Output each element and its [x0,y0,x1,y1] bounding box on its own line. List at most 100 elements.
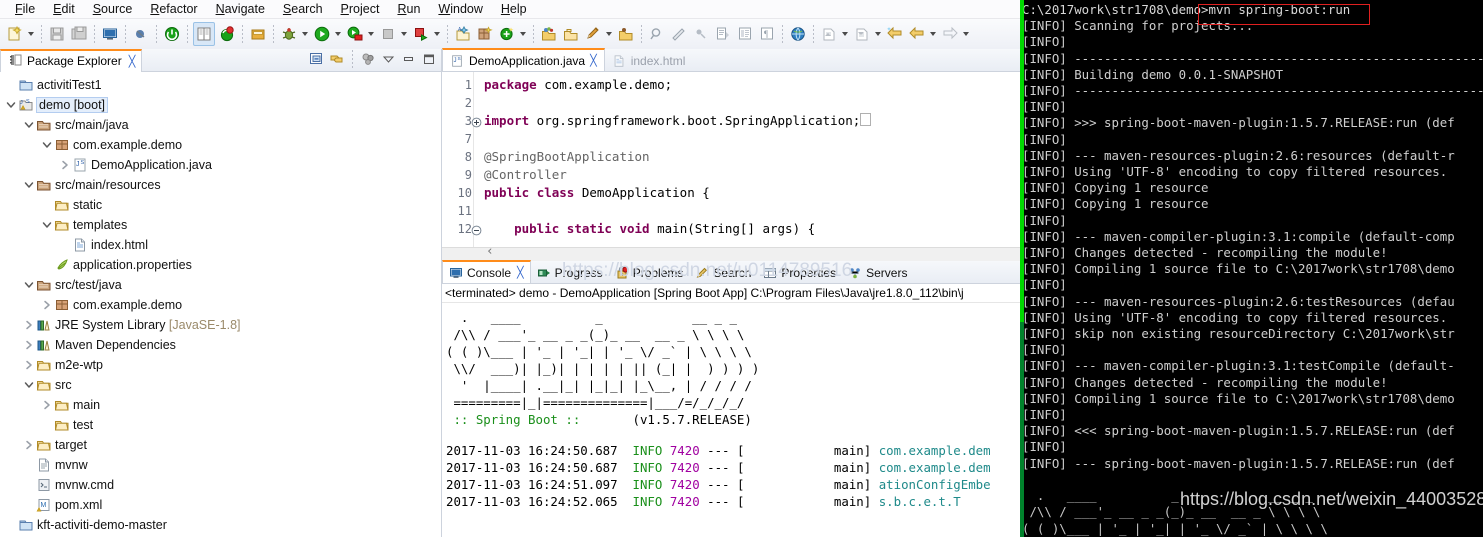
tree-row[interactable]: application.properties [0,255,441,275]
console-tab[interactable]: Progress [531,262,609,283]
tree-row[interactable]: test [0,415,441,435]
save-all-icon[interactable] [69,23,89,45]
toolbar-dropdown-arrow[interactable] [366,24,375,44]
toolbar-dropdown-arrow[interactable] [961,24,970,44]
menu-item-help[interactable]: Help [492,0,536,18]
tree-row[interactable]: com.example.demo [0,295,441,315]
tree-twisty-closed[interactable] [58,155,71,175]
tree-twisty-closed[interactable] [22,435,35,455]
toolbar-dropdown-arrow[interactable] [928,24,937,44]
toolbar-dropdown-arrow[interactable] [518,24,527,44]
tree-twisty-closed[interactable] [22,315,35,335]
forward-icon[interactable] [940,23,960,45]
view-filter-icon[interactable] [360,50,377,68]
command-prompt-window[interactable]: C:\2017work\str1708\demo>mvn spring-boot… [1020,0,1483,537]
edit-pencil-icon[interactable] [583,23,603,45]
toolbar-dropdown-arrow[interactable] [26,24,35,44]
code-area[interactable]: package com.example.demo; import org.spr… [474,72,1020,261]
tree-row[interactable]: target [0,435,441,455]
menu-item-refactor[interactable]: Refactor [141,0,206,18]
tree-twisty-closed[interactable] [22,335,35,355]
tree-twisty-open[interactable] [4,95,17,115]
tree-row[interactable]: kft-activiti-demo-master [0,515,441,535]
toolbar-dropdown-arrow[interactable] [432,24,441,44]
tree-row[interactable]: com.example.demo [0,135,441,155]
editor-tab[interactable]: J S DemoApplication.java ╳ [442,48,605,71]
tree-twisty-open[interactable] [40,135,53,155]
tree-row[interactable]: static [0,195,441,215]
run-server-icon[interactable] [345,23,365,45]
menu-item-file[interactable]: File [6,0,44,18]
menu-item-run[interactable]: Run [388,0,429,18]
tree-row[interactable]: JRE System Library [JavaSE-1.8] [0,315,441,335]
console-tab[interactable]: Properties [757,262,842,283]
debug-icon[interactable] [279,23,299,45]
minimize-icon[interactable] [400,50,417,68]
toggle-breakpoint-icon[interactable] [131,23,151,45]
console-tab[interactable]: Console ╳ [442,260,531,283]
toolbar-dropdown-arrow[interactable] [333,24,342,44]
tree-twisty-open[interactable] [22,175,35,195]
run-external-icon[interactable] [411,23,431,45]
next-annotation-icon[interactable] [852,23,872,45]
paragraph-icon[interactable]: ¶ [757,23,777,45]
tree-twisty-open[interactable] [22,275,35,295]
editor-tab[interactable]: index.html [605,50,693,71]
tree-row[interactable]: src [0,375,441,395]
tab-package-explorer[interactable]: Package Explorer ╳ [0,48,143,72]
maximize-icon[interactable] [420,50,437,68]
tree-row[interactable]: main [0,395,441,415]
tree-row[interactable]: m2e-wtp [0,355,441,375]
tree-row[interactable]: src/test/java [0,275,441,295]
tree-row[interactable]: mvnw [0,455,441,475]
project-tree[interactable]: activitiTest1 J Sdemo [boot] src/main/java c… [0,72,441,537]
console-tab[interactable]: Servers [842,262,913,283]
link-with-editor-icon[interactable] [328,50,345,68]
close-icon[interactable]: ╳ [590,54,597,67]
tree-twisty-open[interactable] [22,375,35,395]
console-tab[interactable]: Problems [609,262,690,283]
open-resource-icon[interactable] [616,23,636,45]
tree-row[interactable]: src/main/resources [0,175,441,195]
tree-row[interactable]: templates [0,215,441,235]
tree-row[interactable]: index.html [0,235,441,255]
toolbar-dropdown-arrow[interactable] [300,24,309,44]
annotation-icon[interactable] [691,23,711,45]
toolbar-dropdown-arrow[interactable] [873,24,882,44]
toolbar-dropdown-arrow[interactable] [604,24,613,44]
tree-twisty-closed[interactable] [22,355,35,375]
tree-twisty-open[interactable] [22,115,35,135]
menu-item-navigate[interactable]: Navigate [207,0,274,18]
console-tab[interactable]: Search [689,262,757,283]
web-browser-icon[interactable] [788,23,808,45]
open-type-icon[interactable] [539,23,559,45]
refresh-red-icon[interactable] [217,23,237,45]
previous-annotation-icon[interactable] [819,23,839,45]
tree-row[interactable]: J Sdemo [boot] [0,95,441,115]
menu-item-source[interactable]: Source [84,0,142,18]
console-view-icon[interactable] [100,23,120,45]
ruler-icon[interactable] [669,23,689,45]
terminal-scrollbar[interactable] [1020,0,1024,537]
menu-item-window[interactable]: Window [429,0,491,18]
new-java-project-icon[interactable]: A [453,23,473,45]
close-icon[interactable]: ╳ [517,266,524,279]
tree-row[interactable]: activitiTest1 [0,75,441,95]
new-class-icon[interactable] [497,23,517,45]
back-icon[interactable] [907,23,927,45]
fold-expanded-icon[interactable] [471,223,482,236]
toolbar-dropdown-arrow[interactable] [840,24,849,44]
save-icon[interactable] [47,23,67,45]
menu-item-edit[interactable]: Edit [44,0,84,18]
back-history-icon[interactable] [885,23,905,45]
next-edit-icon[interactable] [713,23,733,45]
editor-horizontal-scrollbar[interactable] [442,244,1020,261]
run-icon[interactable] [312,23,332,45]
open-book-icon[interactable] [193,22,215,46]
open-folder-icon[interactable] [561,23,581,45]
tree-row[interactable]: Mpom.xml [0,495,441,515]
java-source-editor[interactable]: 1 2 3 7 8 9 10 11 12 package com.example.demo; i… [442,72,1020,261]
outline-icon[interactable] [735,23,755,45]
terminate-green-icon[interactable] [162,23,182,45]
tree-row[interactable]: src/main/java [0,115,441,135]
